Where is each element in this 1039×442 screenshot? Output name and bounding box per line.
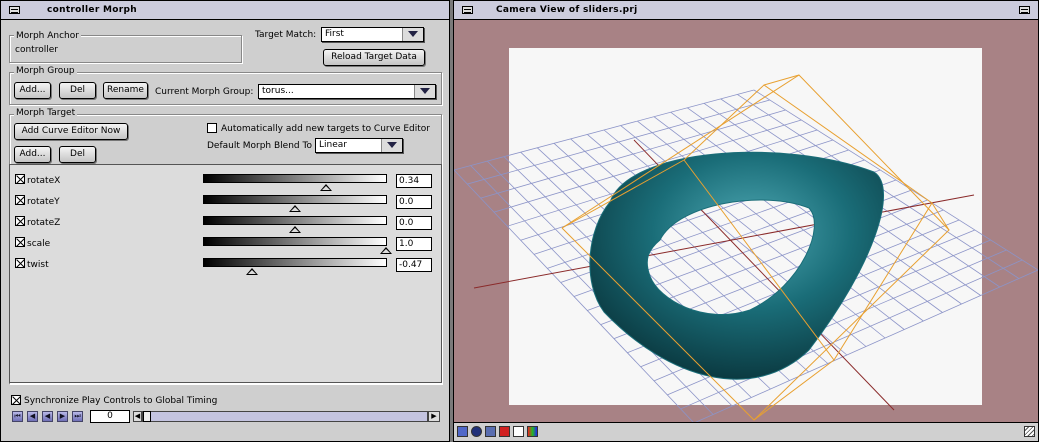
slider-track[interactable] — [203, 258, 387, 275]
zoom-box-icon[interactable] — [1019, 6, 1030, 14]
slider-value-field[interactable]: 0.0 — [396, 216, 432, 230]
scene-svg — [454, 74, 1038, 423]
target-del-button[interactable]: Del — [59, 146, 96, 163]
shading-sphere-icon[interactable] — [471, 426, 482, 437]
slider-track[interactable] — [203, 174, 387, 191]
slider-row-rotatey: rotateY 0.0 — [10, 194, 441, 212]
color-icon[interactable] — [527, 426, 538, 437]
play-controls: ⏮ ◀ ◀ ▶ ⏭ 0 ◀ ▶ — [9, 409, 442, 425]
slider-value-field[interactable]: 1.0 — [396, 237, 432, 251]
morph-anchor-label: Morph Anchor — [14, 31, 81, 41]
rewind-icon[interactable]: ⏮ — [12, 411, 23, 422]
slider-name: rotateX — [27, 176, 61, 186]
group-rename-button[interactable]: Rename — [103, 82, 148, 99]
morph-target-label: Morph Target — [14, 108, 78, 118]
camera-titlebar[interactable]: Camera View of sliders.prj — [454, 1, 1038, 20]
morph-group-box: Morph Group Add... Del Rename Current Mo… — [9, 66, 442, 105]
current-morph-group-value: torus... — [262, 86, 294, 96]
morph-window-title: controller Morph — [47, 5, 137, 15]
frame-icon[interactable] — [513, 426, 524, 437]
morph-group-label: Morph Group — [14, 66, 77, 76]
slider-thumb[interactable] — [319, 184, 332, 191]
target-match-label: Target Match: — [255, 30, 317, 40]
reload-target-data-button[interactable]: Reload Target Data — [323, 49, 425, 66]
close-box-icon[interactable] — [9, 6, 20, 14]
add-curve-editor-button[interactable]: Add Curve Editor Now — [14, 123, 128, 140]
camera-viewport[interactable] — [454, 20, 1038, 423]
morph-slider-list: rotateX 0.34 rotateY 0.0 rotateZ 0.0 sca… — [9, 164, 442, 383]
timeline-thumb[interactable] — [143, 411, 151, 422]
slider-value-field[interactable]: 0.0 — [396, 195, 432, 209]
step-back-icon[interactable]: ◀ — [27, 411, 38, 422]
torus — [589, 151, 885, 380]
slider-thumb[interactable] — [289, 205, 301, 212]
auto-add-checkbox[interactable] — [207, 123, 217, 133]
current-morph-group-label: Current Morph Group: — [155, 87, 254, 97]
slider-thumb[interactable] — [246, 268, 259, 275]
auto-add-label: Automatically add new targets to Curve E… — [221, 124, 430, 134]
timeline-track[interactable] — [142, 411, 428, 422]
chevron-down-icon — [402, 28, 423, 41]
slider-enable-checkbox[interactable] — [15, 195, 25, 205]
camera-icon[interactable] — [485, 426, 496, 437]
resize-grip-icon[interactable] — [1024, 426, 1035, 437]
slider-row-rotatez: rotateZ 0.0 — [10, 215, 441, 233]
view-list-icon[interactable] — [457, 426, 468, 437]
frame-field[interactable]: 0 — [90, 410, 130, 423]
default-blend-value: Linear — [319, 140, 347, 150]
target-add-button[interactable]: Add... — [14, 146, 51, 163]
slider-name: rotateY — [27, 197, 60, 207]
close-box-icon[interactable] — [462, 6, 473, 14]
chevron-down-icon — [381, 139, 402, 152]
scroll-right-arrow-icon[interactable]: ▶ — [428, 411, 440, 422]
camera-window-title: Camera View of sliders.prj — [496, 5, 638, 15]
camera-status-bar — [454, 422, 1038, 441]
chevron-down-icon — [414, 85, 435, 98]
slider-value-field[interactable]: 0.34 — [396, 174, 432, 188]
group-del-button[interactable]: Del — [59, 82, 96, 99]
slider-track[interactable] — [203, 195, 387, 212]
slider-thumb[interactable] — [289, 226, 301, 233]
record-icon[interactable] — [499, 426, 510, 437]
slider-name: scale — [27, 239, 51, 249]
current-morph-group-select[interactable]: torus... — [258, 84, 436, 99]
fast-forward-icon[interactable]: ⏭ — [72, 411, 83, 422]
group-add-button[interactable]: Add... — [14, 82, 51, 99]
slider-enable-checkbox[interactable] — [15, 258, 25, 268]
camera-window: Camera View of sliders.prj — [453, 0, 1039, 442]
slider-enable-checkbox[interactable] — [15, 174, 25, 184]
slider-row-twist: twist -0.47 — [10, 257, 441, 275]
slider-name: twist — [27, 260, 49, 270]
morph-titlebar[interactable]: controller Morph — [1, 1, 449, 20]
slider-row-rotatex: rotateX 0.34 — [10, 173, 441, 191]
scroll-left-arrow-icon[interactable]: ◀ — [133, 411, 142, 422]
default-blend-select[interactable]: Linear — [315, 138, 403, 153]
sync-play-controls-checkbox[interactable] — [11, 395, 21, 405]
slider-value-field[interactable]: -0.47 — [396, 258, 432, 272]
sync-play-controls-label: Synchronize Play Controls to Global Timi… — [24, 396, 218, 406]
slider-row-scale: scale 1.0 — [10, 236, 441, 254]
morph-anchor-group: Morph Anchor controller — [9, 31, 242, 63]
default-blend-label: Default Morph Blend To — [207, 141, 312, 151]
slider-track[interactable] — [203, 237, 392, 254]
slider-thumb[interactable] — [380, 247, 392, 254]
morph-window: controller Morph Morph Anchor controller… — [0, 0, 450, 442]
slider-track[interactable] — [203, 216, 387, 233]
play-forward-icon[interactable]: ▶ — [57, 411, 68, 422]
target-match-value: First — [325, 29, 344, 39]
slider-name: rotateZ — [27, 218, 61, 228]
play-back-icon[interactable]: ◀ — [42, 411, 53, 422]
target-match-select[interactable]: First — [321, 27, 424, 42]
slider-enable-checkbox[interactable] — [15, 237, 25, 247]
slider-enable-checkbox[interactable] — [15, 216, 25, 226]
morph-anchor-value: controller — [15, 45, 58, 55]
